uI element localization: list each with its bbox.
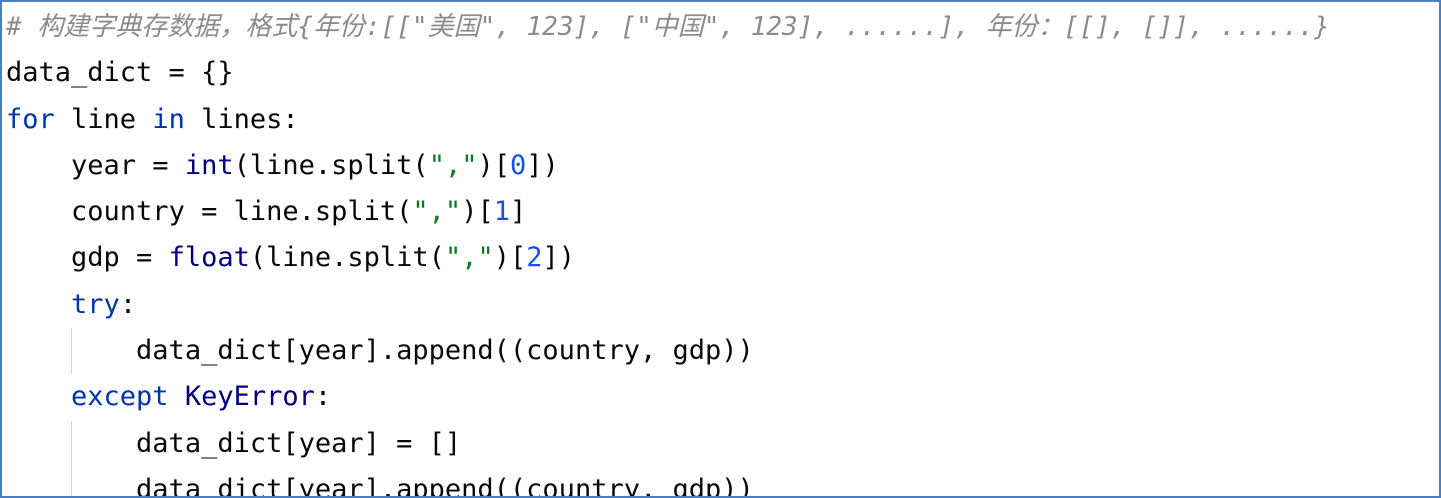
code-token-num: 0	[509, 149, 527, 181]
code-editor-frame: # 构建字典存数据，格式{年份:[["美国", 123], ["中国", 123…	[0, 0, 1441, 498]
code-line[interactable]: except KeyError:	[6, 374, 1330, 420]
code-line[interactable]: try:	[6, 282, 1330, 328]
code-token-plain: year =	[71, 149, 185, 181]
code-line[interactable]: country = line.split(",")[1]	[6, 189, 1330, 235]
code-line[interactable]: data_dict = {}	[6, 50, 1330, 96]
code-comment-line[interactable]: # 构建字典存数据，格式{年份:[["美国", 123], ["中国", 123…	[6, 4, 1330, 50]
code-token-kw: except	[71, 381, 169, 413]
code-area[interactable]: # 构建字典存数据，格式{年份:[["美国", 123], ["中国", 123…	[6, 4, 1330, 498]
indent-guide	[71, 420, 72, 467]
code-token-kw: in	[152, 103, 185, 135]
code-line[interactable]: data_dict[year].append((country, gdp))	[6, 328, 1330, 375]
code-token-plain: data_dict = {}	[6, 57, 234, 89]
code-token-plain: (line.split(	[249, 242, 445, 274]
code-token-kw: try	[71, 288, 120, 320]
indent-guide	[71, 328, 72, 375]
code-token-plain: data_dict[year].append((country, gdp))	[136, 335, 754, 367]
code-token-plain: ]	[509, 196, 527, 228]
code-token-plain: country = line.split(	[71, 196, 413, 228]
code-token-kw: for	[6, 103, 55, 135]
code-line[interactable]: data_dict[year].append((country, gdp))	[6, 466, 1330, 498]
code-token-str: ","	[412, 196, 462, 228]
code-line[interactable]: year = int(line.split(",")[0])	[6, 143, 1330, 189]
code-token-plain: lines:	[184, 103, 299, 135]
indent-guide	[71, 466, 72, 496]
code-line[interactable]: gdp = float(line.split(",")[2])	[6, 235, 1330, 281]
code-token-bi: int	[184, 149, 234, 181]
code-line[interactable]: for line in lines:	[6, 97, 1330, 143]
code-token-plain: :	[119, 288, 137, 320]
code-token-plain: data_dict[year].append((country, gdp))	[136, 473, 754, 498]
code-token-plain: (line.split(	[233, 149, 429, 181]
code-token-comment: # 构建字典存数据，格式{年份:[["美国", 123], ["中国", 123…	[6, 12, 1330, 42]
code-token-plain: )[	[493, 242, 527, 274]
code-token-plain: line	[54, 103, 153, 135]
code-token-plain: data_dict[year] = []	[136, 427, 462, 459]
code-token-plain: )[	[461, 196, 494, 228]
code-token-bi: float	[168, 242, 250, 274]
code-token-plain: :	[314, 381, 332, 413]
code-token-str: ","	[444, 242, 494, 274]
code-token-plain: ])	[542, 242, 576, 274]
code-token-plain: ])	[526, 149, 559, 181]
code-line[interactable]: data_dict[year] = []	[6, 420, 1330, 467]
code-token-num: 1	[493, 196, 510, 228]
code-token-bi: KeyError	[184, 381, 315, 413]
code-token-plain: )[	[477, 149, 510, 181]
code-token-plain: gdp =	[71, 242, 169, 274]
code-token-num: 2	[526, 242, 543, 274]
code-token-str: ","	[428, 149, 478, 181]
